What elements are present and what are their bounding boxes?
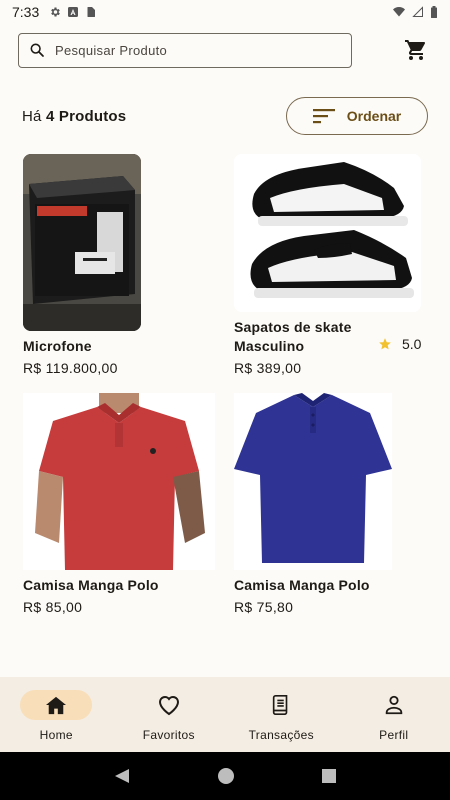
search-row: [18, 32, 438, 68]
product-price: R$ 119.800,00: [23, 360, 118, 376]
product-card[interactable]: Camisa Manga Polo R$ 75,80: [234, 393, 392, 615]
nav-indicator: [358, 690, 430, 720]
nav-item-transacoes[interactable]: Transações: [225, 677, 338, 752]
red-polo-photo: [23, 393, 215, 570]
product-name: Camisa Manga Polo: [234, 577, 370, 593]
product-price: R$ 75,80: [234, 599, 294, 615]
product-image-blue-polo: [234, 393, 392, 570]
microphone-box-photo: [23, 154, 141, 331]
nav-item-perfil[interactable]: Perfil: [338, 677, 450, 752]
nav-item-home[interactable]: Home: [0, 677, 113, 752]
sort-button[interactable]: Ordenar: [286, 97, 428, 135]
recents-icon[interactable]: [321, 768, 337, 784]
receipt-icon: [273, 695, 288, 715]
nav-indicator: [20, 690, 93, 720]
rating-value: 5.0: [402, 336, 422, 352]
blue-polo-photo: [234, 393, 392, 570]
nav-indicator: [245, 690, 317, 720]
cart-button[interactable]: [402, 36, 430, 64]
product-count-row: Há 4 Produtos Ordenar: [22, 97, 428, 135]
battery-icon: [431, 6, 437, 18]
bottom-navigation: Home Favoritos Transações Perfil: [0, 677, 450, 752]
nav-label: Perfil: [379, 728, 409, 742]
product-price: R$ 389,00: [234, 360, 302, 376]
product-card[interactable]: Camisa Manga Polo R$ 85,00: [23, 393, 215, 615]
product-card[interactable]: Sapatos de skate Masculino R$ 389,00 5.0: [234, 154, 426, 376]
sort-label: Ordenar: [346, 108, 402, 124]
count-value: 4 Produtos: [45, 107, 127, 125]
search-icon: [30, 43, 44, 57]
search-field[interactable]: [18, 32, 352, 68]
product-name: Sapatos de skate Masculino: [234, 319, 352, 354]
sneakers-photo: [234, 154, 421, 312]
sort-icon: [312, 109, 335, 124]
nav-label: Transações: [248, 728, 314, 742]
star-icon: [379, 338, 391, 350]
signal-icon: [412, 6, 423, 17]
wifi-icon: [393, 7, 405, 17]
product-image-red-polo: [23, 393, 215, 570]
status-time: 7:33: [12, 4, 40, 20]
count-prefix: Há: [22, 107, 46, 125]
product-image-microphone: [23, 154, 141, 331]
shopping-cart-icon: [405, 40, 426, 60]
settings-icon: [51, 7, 61, 17]
product-price: R$ 85,00: [23, 599, 83, 615]
back-icon[interactable]: [113, 767, 131, 785]
person-icon: [385, 695, 402, 715]
font-a-icon: [68, 7, 79, 17]
product-name: Microfone: [23, 338, 92, 354]
nav-label: Favoritos: [142, 728, 195, 742]
nav-item-favoritos[interactable]: Favoritos: [113, 677, 226, 752]
status-bar: 7:33: [0, 0, 450, 24]
heart-icon: [158, 696, 179, 716]
product-card[interactable]: Microfone R$ 119.800,00: [23, 154, 141, 376]
sim-card-icon: [87, 7, 96, 17]
product-name: Camisa Manga Polo: [23, 577, 159, 593]
search-input[interactable]: [55, 42, 325, 58]
system-navigation-bar: [0, 752, 450, 800]
product-count: Há 4 Produtos: [22, 108, 126, 125]
product-rating: 5.0: [378, 336, 421, 352]
product-image-sneakers: [234, 154, 421, 312]
nav-indicator: [133, 690, 205, 720]
home-circle-icon[interactable]: [217, 767, 235, 785]
nav-label: Home: [39, 728, 73, 742]
home-icon: [46, 696, 67, 715]
